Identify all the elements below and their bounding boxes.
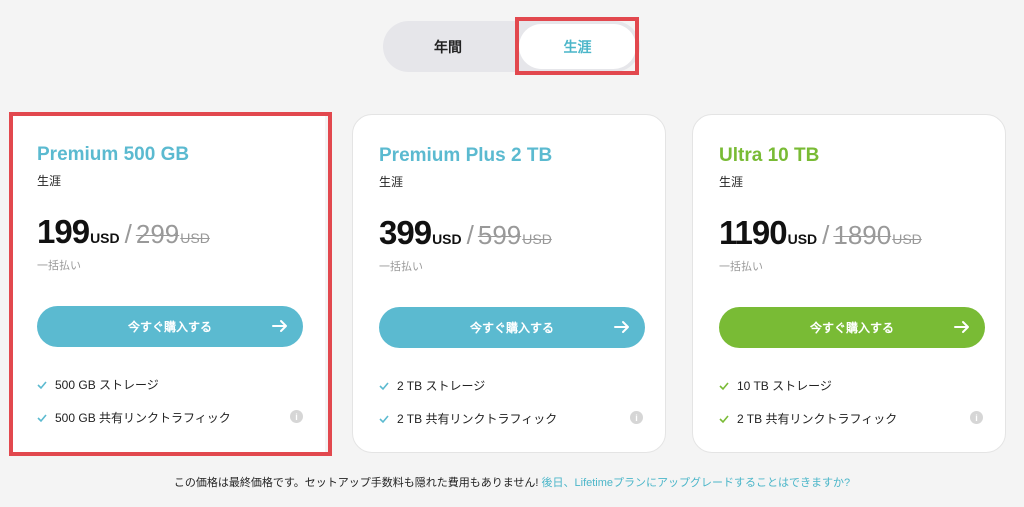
buy-now-label: 今すぐ購入する	[809, 321, 894, 335]
price-row: 399 USD / 599 USD	[379, 214, 552, 252]
feature-label: 2 TB ストレージ	[397, 379, 486, 393]
currency: USD	[787, 231, 818, 247]
feature-item: 2 TB ストレージ	[379, 377, 485, 394]
buy-now-button[interactable]: 今すぐ購入する	[719, 307, 985, 348]
buy-now-label: 今すぐ購入する	[469, 321, 554, 335]
original-currency: USD	[892, 231, 922, 247]
arrow-right-icon	[954, 321, 969, 333]
pricing-footer-note: この価格は最終価格です。セットアップ手数料も隠れた費用もありません! 後日、Li…	[0, 474, 1024, 490]
original-price: 599	[477, 220, 522, 250]
toggle-option-annual[interactable]: 年間	[383, 21, 513, 72]
final-price-note: この価格は最終価格です。セットアップ手数料も隠れた費用もありません!	[173, 477, 539, 489]
feature-label: 2 TB 共有リンクトラフィック	[737, 412, 898, 426]
price-separator: /	[822, 220, 830, 250]
current-price: 399	[379, 214, 432, 251]
price-row: 1190 USD / 1890 USD	[719, 214, 922, 252]
plan-term: 生涯	[379, 175, 404, 189]
check-icon	[719, 381, 729, 390]
check-icon	[379, 414, 389, 423]
current-price: 1190	[719, 214, 788, 251]
original-currency: USD	[522, 231, 552, 247]
original-price: 1890	[833, 220, 892, 250]
plan-card-premium-plus-2tb: Premium Plus 2 TB 生涯 399 USD / 599 USD 一…	[352, 114, 666, 453]
plan-name: Premium Plus 2 TB	[379, 145, 553, 166]
price-separator: /	[466, 220, 474, 250]
currency: USD	[432, 231, 462, 247]
info-icon[interactable]: i	[970, 411, 983, 424]
payment-note: 一括払い	[719, 261, 763, 273]
check-icon	[379, 381, 389, 390]
check-icon	[719, 414, 729, 423]
feature-label: 2 TB 共有リンクトラフィック	[397, 412, 558, 426]
feature-item: 2 TB 共有リンクトラフィック	[719, 410, 897, 427]
arrow-right-icon	[614, 321, 629, 333]
info-icon[interactable]: i	[630, 411, 643, 424]
plan-term: 生涯	[719, 175, 744, 189]
plan-card-ultra-10tb: Ultra 10 TB 生涯 1190 USD / 1890 USD 一括払い …	[692, 114, 1006, 453]
lifetime-upgrade-faq-link[interactable]: 後日、Lifetimeプランにアップグレードすることはできますか?	[542, 477, 851, 489]
highlight-box-lifetime-toggle	[515, 17, 639, 75]
highlight-box-premium-card	[9, 112, 332, 456]
feature-item: 2 TB 共有リンクトラフィック	[379, 410, 557, 427]
plan-name: Ultra 10 TB	[719, 145, 820, 166]
buy-now-button[interactable]: 今すぐ購入する	[379, 307, 645, 348]
payment-note: 一括払い	[379, 261, 423, 273]
feature-label: 10 TB ストレージ	[737, 379, 832, 393]
feature-item: 10 TB ストレージ	[719, 377, 832, 394]
